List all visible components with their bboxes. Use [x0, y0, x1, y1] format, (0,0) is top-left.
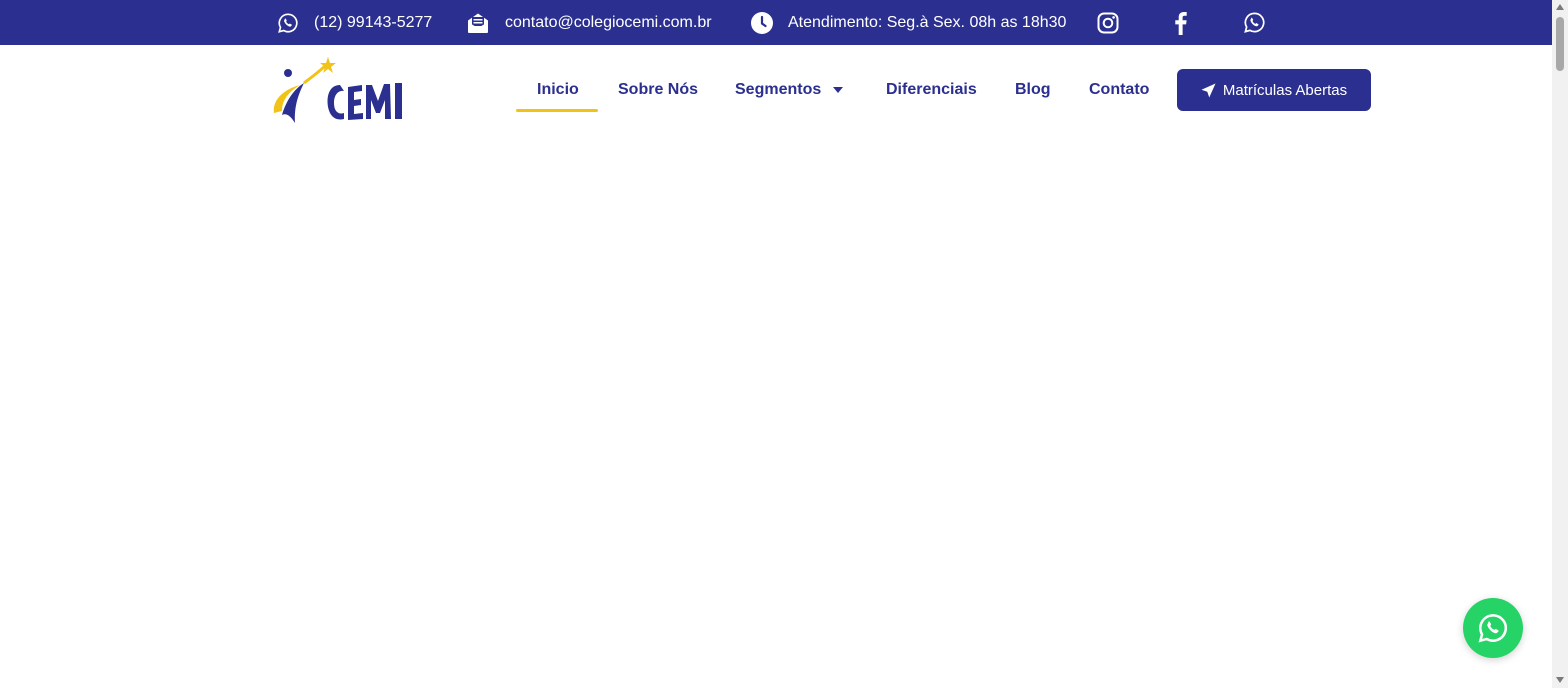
whatsapp-link[interactable] — [1242, 0, 1266, 45]
email-text: contato@colegiocemi.com.br — [505, 13, 712, 31]
matriculas-abertas-button[interactable]: Matrículas Abertas — [1177, 69, 1371, 111]
nav-item-sobre-nos[interactable]: Sobre Nós — [618, 45, 698, 135]
clock-icon — [750, 11, 774, 35]
envelope-open-icon — [466, 11, 490, 35]
phone-link[interactable]: (12) 99143-5277 — [276, 0, 432, 45]
hours-info: Atendimento: Seg.à Sex. 08h as 18h30 — [750, 0, 1066, 45]
nav-item-label: Sobre Nós — [618, 81, 699, 98]
instagram-link[interactable] — [1096, 0, 1120, 45]
scroll-down-arrow-icon[interactable] — [1556, 677, 1564, 683]
instagram-icon — [1096, 11, 1120, 35]
nav-item-blog[interactable]: Blog — [1015, 45, 1051, 135]
whatsapp-icon — [1477, 612, 1509, 644]
caret-down-icon — [833, 87, 844, 93]
nav-item-contato[interactable]: Contato — [1089, 45, 1149, 135]
email-link[interactable]: contato@colegiocemi.com.br — [466, 0, 712, 45]
whatsapp-float-button[interactable] — [1463, 598, 1523, 658]
nav-item-label: Blog — [1015, 81, 1051, 98]
scroll-up-arrow-icon[interactable] — [1556, 4, 1564, 10]
cta-label: Matrículas Abertas — [1222, 81, 1348, 99]
nav-item-inicio[interactable]: Inicio — [537, 45, 579, 135]
top-bar: (12) 99143-5277 contato@colegiocemi.com.… — [0, 0, 1552, 45]
paper-plane-icon — [1201, 82, 1216, 98]
scroll-thumb[interactable] — [1556, 17, 1564, 71]
nav-item-label: Segmentos — [735, 81, 822, 98]
facebook-link[interactable] — [1169, 0, 1193, 45]
cemi-logo[interactable] — [268, 55, 410, 127]
nav-item-label: Diferenciais — [886, 81, 977, 98]
hours-text: Atendimento: Seg.à Sex. 08h as 18h30 — [788, 13, 1067, 31]
nav-item-segmentos[interactable]: Segmentos — [735, 45, 844, 135]
phone-text: (12) 99143-5277 — [314, 13, 433, 31]
nav-item-label: Inicio — [537, 81, 579, 98]
facebook-icon — [1169, 11, 1193, 35]
whatsapp-icon — [276, 11, 300, 35]
active-nav-indicator — [516, 109, 598, 112]
nav-item-label: Contato — [1089, 81, 1150, 98]
nav-item-diferenciais[interactable]: Diferenciais — [886, 45, 977, 135]
site-header: Inicio Sobre Nós Segmentos Diferenciais … — [0, 45, 1552, 135]
page-scrollbar[interactable] — [1552, 0, 1568, 688]
whatsapp-icon — [1242, 11, 1266, 35]
